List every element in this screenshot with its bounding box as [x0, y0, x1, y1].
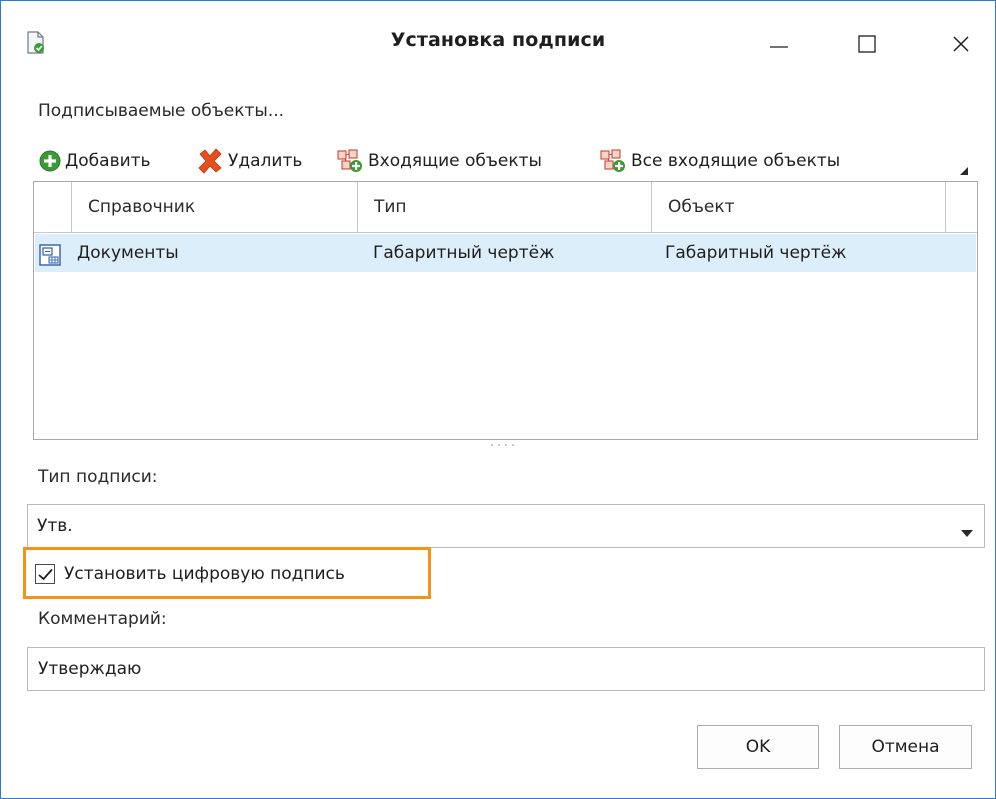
checkmark-icon [38, 568, 53, 581]
delete-icon [198, 148, 222, 174]
all-incoming-objects-button[interactable]: Все входящие объекты [599, 147, 840, 175]
incoming-objects-button[interactable]: Входящие объекты [336, 147, 542, 175]
column-header-type[interactable]: Тип [358, 182, 652, 232]
cancel-button[interactable]: Отмена [839, 725, 972, 769]
table-row[interactable]: Документы Габаритный чертёж Габаритный ч… [35, 234, 976, 272]
add-icon [39, 150, 61, 172]
toolbar-overflow-icon[interactable] [959, 161, 969, 180]
table-header: Справочник Тип Объект [34, 182, 977, 233]
column-header-directory[interactable]: Справочник [72, 182, 358, 232]
minimize-icon [770, 46, 788, 48]
signed-objects-label: Подписываемые объекты... [38, 101, 285, 121]
all-incoming-objects-icon [600, 149, 625, 172]
comment-label: Комментарий: [38, 609, 167, 629]
objects-toolbar: Добавить Удалить Входящие объекты Все вх… [39, 147, 969, 175]
close-button[interactable] [931, 21, 991, 65]
column-header-extra [946, 182, 977, 232]
ok-button[interactable]: OK [697, 725, 819, 769]
title-bar: Установка подписи [1, 1, 995, 85]
row-indicator-header [34, 182, 72, 232]
digital-signature-option[interactable]: Установить цифровую подпись [35, 561, 345, 587]
digital-signature-label: Установить цифровую подпись [64, 564, 345, 584]
delete-label: Удалить [228, 151, 303, 171]
column-header-object[interactable]: Объект [652, 182, 946, 232]
cell-directory: Документы [77, 243, 179, 263]
signature-type-value: Утв. [37, 516, 73, 536]
cell-type: Габаритный чертёж [373, 243, 555, 263]
signature-type-select[interactable]: Утв. [27, 504, 985, 548]
close-icon [953, 36, 969, 52]
splitter-grip[interactable] [491, 444, 521, 448]
incoming-objects-label: Входящие объекты [368, 151, 542, 171]
dialog-window: Установка подписи Подписываемые объекты.… [0, 0, 996, 799]
all-incoming-objects-label: Все входящие объекты [631, 151, 841, 171]
maximize-button[interactable] [837, 21, 897, 65]
document-table-icon [39, 242, 61, 266]
objects-table: Справочник Тип Объект Документы Габаритн… [33, 181, 978, 440]
cell-object: Габаритный чертёж [665, 243, 847, 263]
add-label: Добавить [65, 151, 151, 171]
incoming-objects-icon [337, 149, 362, 172]
minimize-button[interactable] [749, 21, 809, 65]
maximize-icon [858, 35, 876, 53]
dropdown-arrow-icon[interactable] [961, 523, 973, 542]
add-button[interactable]: Добавить [39, 147, 151, 175]
digital-signature-checkbox[interactable] [35, 564, 55, 584]
comment-value: Утверждаю [38, 659, 142, 679]
delete-button[interactable]: Удалить [196, 147, 302, 175]
signature-type-label: Тип подписи: [38, 467, 158, 487]
comment-input[interactable]: Утверждаю [27, 647, 985, 691]
